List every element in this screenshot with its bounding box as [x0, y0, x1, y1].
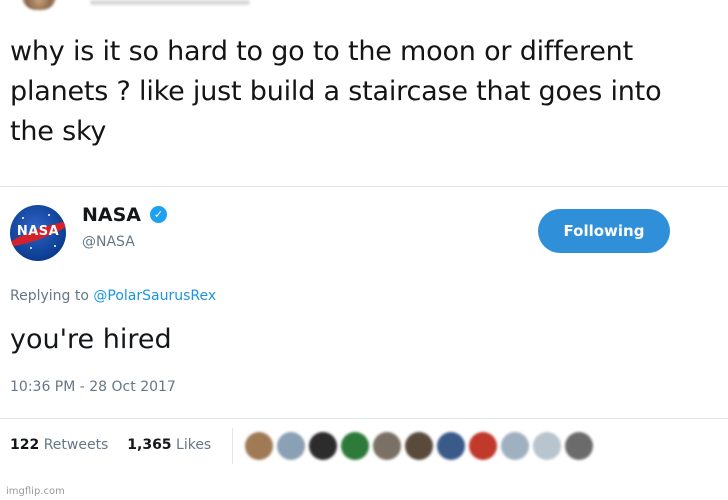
author-handle[interactable]: @NASA [82, 234, 135, 250]
following-button[interactable]: Following [538, 209, 670, 253]
retweets-count[interactable]: 122 [10, 437, 39, 453]
original-author-avatar[interactable] [22, 0, 56, 10]
replying-to-line: Replying to @PolarSaurusRex [10, 288, 216, 304]
reply-tweet-text: you're hired [10, 324, 172, 355]
logo-star [54, 245, 56, 247]
author-name[interactable]: NASA [82, 204, 141, 226]
logo-star [22, 217, 24, 219]
likes-count[interactable]: 1,365 [127, 437, 171, 453]
tweet-timestamp[interactable]: 10:36 PM - 28 Oct 2017 [10, 379, 176, 395]
divider [0, 186, 728, 187]
original-tweet-text: why is it so hard to go to the moon or d… [10, 36, 662, 147]
original-author-name-blurred [90, 0, 250, 5]
logo-star [30, 247, 32, 249]
likes-label[interactable]: Likes [176, 437, 211, 453]
stats-separator [232, 428, 233, 464]
liker-avatar[interactable] [437, 432, 465, 460]
original-author-header [0, 0, 728, 14]
replying-to-mention-link[interactable]: @PolarSaurusRex [93, 288, 216, 304]
watermark: imgflip.com [6, 486, 65, 497]
divider [0, 418, 728, 419]
liker-avatar[interactable] [405, 432, 433, 460]
liker-avatar[interactable] [565, 432, 593, 460]
avatar-label: NASA [16, 224, 60, 239]
liker-avatar[interactable] [245, 432, 273, 460]
liker-avatar[interactable] [309, 432, 337, 460]
replying-to-label: Replying to [10, 288, 89, 304]
liker-avatar[interactable] [501, 432, 529, 460]
liker-avatar[interactable] [341, 432, 369, 460]
logo-star [48, 214, 50, 216]
retweets-label[interactable]: Retweets [44, 437, 109, 453]
nasa-avatar[interactable]: NASA [10, 205, 66, 261]
liker-avatar[interactable] [277, 432, 305, 460]
liker-avatar[interactable] [533, 432, 561, 460]
verified-badge-icon: ✓ [150, 206, 167, 223]
liker-avatar[interactable] [469, 432, 497, 460]
liker-avatar[interactable] [373, 432, 401, 460]
engagement-stats: 122 Retweets 1,365 Likes [10, 437, 211, 453]
